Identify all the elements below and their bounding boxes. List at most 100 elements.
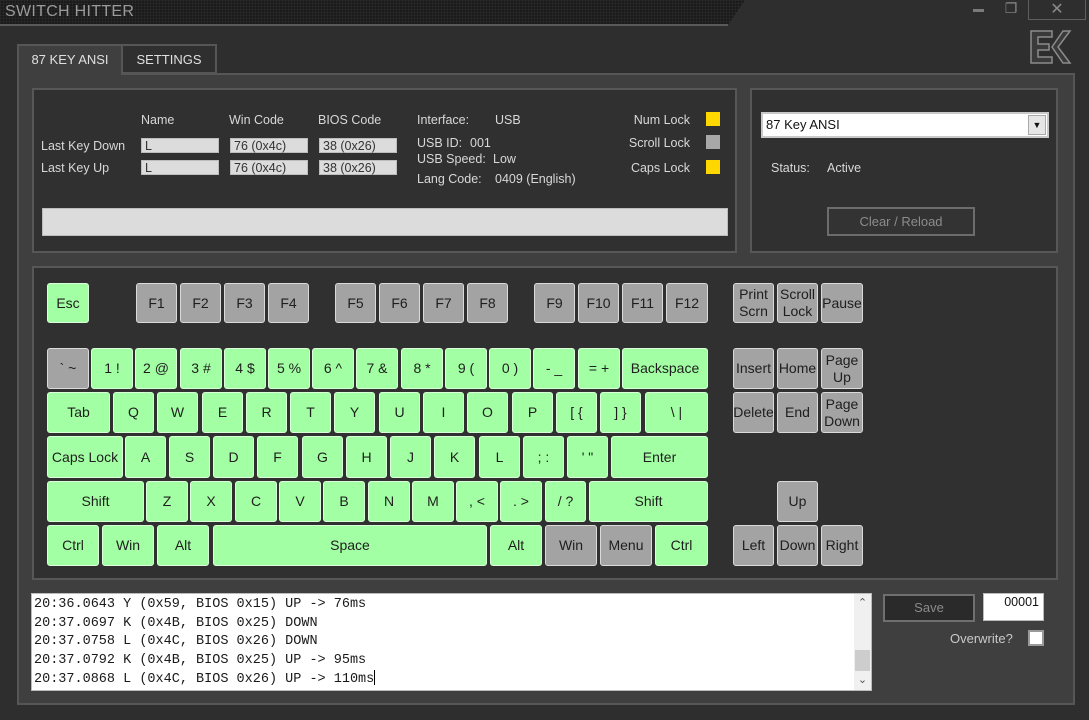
key-left[interactable]: Left	[733, 525, 774, 566]
key-space[interactable]: Space	[213, 525, 487, 566]
scroll-down-icon[interactable]: ⌄	[854, 673, 871, 690]
key-f12[interactable]: F12	[666, 283, 708, 323]
key-f10[interactable]: F10	[578, 283, 619, 323]
key-event-log[interactable]: 20:36.0643 Y (0x59, BIOS 0x15) UP -> 76m…	[31, 593, 872, 691]
key-o[interactable]: O	[467, 392, 508, 433]
key-0[interactable]: 0 )	[489, 348, 531, 389]
key-f[interactable]: F	[257, 436, 298, 478]
key-tab[interactable]: Tab	[47, 392, 110, 433]
key-j[interactable]: J	[390, 436, 431, 478]
key-f6[interactable]: F6	[379, 283, 420, 323]
key-f4[interactable]: F4	[268, 283, 309, 323]
key-slash[interactable]: / ?	[545, 481, 586, 522]
key-f8[interactable]: F8	[467, 283, 508, 323]
clear-reload-button[interactable]: Clear / Reload	[827, 207, 975, 236]
key-menu[interactable]: Menu	[600, 525, 652, 566]
key-f11[interactable]: F11	[622, 283, 663, 323]
layout-select[interactable]: 87 Key ANSI ▼	[761, 112, 1049, 138]
key-backslash[interactable]: \ |	[645, 392, 708, 433]
key-k[interactable]: K	[434, 436, 475, 478]
key-f5[interactable]: F5	[335, 283, 376, 323]
key-end[interactable]: End	[777, 392, 818, 433]
key-insert[interactable]: Insert	[733, 348, 774, 389]
key-u[interactable]: U	[379, 392, 420, 433]
key-3[interactable]: 3 #	[180, 348, 222, 389]
tab-87-key-ansi[interactable]: 87 KEY ANSI	[17, 44, 123, 75]
key-scrolllock[interactable]: Scroll Lock	[777, 283, 818, 323]
save-button[interactable]: Save	[883, 594, 975, 622]
scroll-up-icon[interactable]: ⌃	[854, 594, 871, 611]
key-1[interactable]: 1 !	[91, 348, 133, 389]
key-i[interactable]: I	[423, 392, 464, 433]
key-quote[interactable]: ' "	[567, 436, 608, 478]
key-8[interactable]: 8 *	[401, 348, 443, 389]
key-x[interactable]: X	[190, 481, 232, 522]
key-ralt[interactable]: Alt	[490, 525, 542, 566]
key-l[interactable]: L	[479, 436, 520, 478]
key-d[interactable]: D	[213, 436, 254, 478]
key-esc[interactable]: Esc	[47, 283, 89, 323]
key-grave[interactable]: ` ~	[47, 348, 89, 389]
key-rbracket[interactable]: ] }	[600, 392, 641, 433]
key-n[interactable]: N	[368, 481, 410, 522]
key-f7[interactable]: F7	[423, 283, 464, 323]
key-q[interactable]: Q	[113, 392, 154, 433]
key-down[interactable]: Down	[777, 525, 818, 566]
key-a[interactable]: A	[125, 436, 166, 478]
key-f1[interactable]: F1	[136, 283, 177, 323]
key-f9[interactable]: F9	[534, 283, 575, 323]
key-backspace[interactable]: Backspace	[622, 348, 708, 389]
key-r[interactable]: R	[246, 392, 287, 433]
key-f3[interactable]: F3	[224, 283, 265, 323]
key-rctrl[interactable]: Ctrl	[655, 525, 708, 566]
key-m[interactable]: M	[412, 481, 454, 522]
key-period[interactable]: . >	[500, 481, 542, 522]
key-lalt[interactable]: Alt	[157, 525, 209, 566]
key-pause[interactable]: Pause	[821, 283, 863, 323]
key-capslock[interactable]: Caps Lock	[47, 436, 123, 478]
restore-button[interactable]: ❐	[1000, 0, 1022, 19]
key-rshift[interactable]: Shift	[589, 481, 708, 522]
key-home[interactable]: Home	[777, 348, 818, 389]
key-equal[interactable]: = +	[578, 348, 620, 389]
key-4[interactable]: 4 $	[224, 348, 266, 389]
key-enter[interactable]: Enter	[611, 436, 708, 478]
key-pageup[interactable]: Page Up	[821, 348, 863, 389]
key-5[interactable]: 5 %	[268, 348, 310, 389]
key-right[interactable]: Right	[821, 525, 863, 566]
key-printscrn[interactable]: Print Scrn	[733, 283, 774, 323]
key-e[interactable]: E	[202, 392, 243, 433]
key-rwin[interactable]: Win	[545, 525, 597, 566]
scroll-thumb[interactable]	[855, 650, 870, 671]
key-t[interactable]: T	[290, 392, 331, 433]
log-scrollbar[interactable]: ⌃ ⌄	[854, 594, 871, 690]
key-comma[interactable]: , <	[456, 481, 498, 522]
key-semicolon[interactable]: ; :	[523, 436, 564, 478]
key-h[interactable]: H	[346, 436, 387, 478]
chevron-down-icon[interactable]: ▼	[1028, 115, 1046, 135]
key-c[interactable]: C	[235, 481, 277, 522]
key-lshift[interactable]: Shift	[47, 481, 144, 522]
key-2[interactable]: 2 @	[135, 348, 177, 389]
key-7[interactable]: 7 &	[356, 348, 398, 389]
key-lwin[interactable]: Win	[102, 525, 154, 566]
key-w[interactable]: W	[157, 392, 198, 433]
overwrite-checkbox[interactable]	[1028, 630, 1044, 646]
key-delete[interactable]: Delete	[733, 392, 774, 433]
key-p[interactable]: P	[512, 392, 553, 433]
key-6[interactable]: 6 ^	[312, 348, 354, 389]
key-z[interactable]: Z	[146, 481, 188, 522]
key-9[interactable]: 9 (	[445, 348, 487, 389]
minimize-button[interactable]	[965, 0, 991, 19]
key-f2[interactable]: F2	[180, 283, 221, 323]
key-lbracket[interactable]: [ {	[556, 392, 597, 433]
key-s[interactable]: S	[169, 436, 210, 478]
key-b[interactable]: B	[323, 481, 365, 522]
file-counter-field[interactable]: 00001	[983, 593, 1044, 621]
key-g[interactable]: G	[302, 436, 343, 478]
close-button[interactable]: ✕	[1028, 0, 1086, 20]
key-y[interactable]: Y	[334, 392, 375, 433]
key-up[interactable]: Up	[777, 481, 818, 522]
key-pagedown[interactable]: Page Down	[821, 392, 863, 433]
key-v[interactable]: V	[279, 481, 321, 522]
